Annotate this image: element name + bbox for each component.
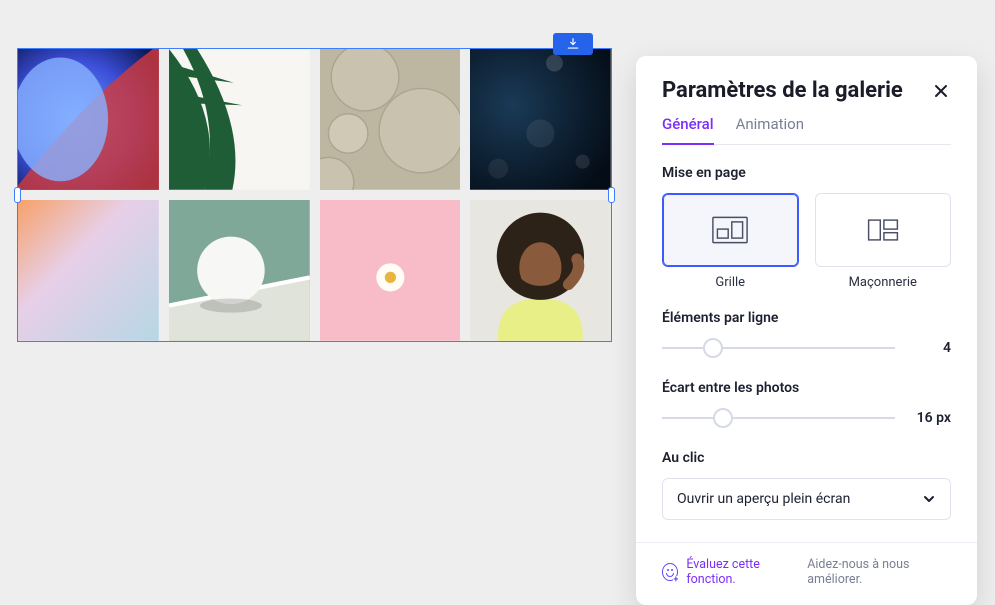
- gallery-grid: [18, 49, 611, 341]
- gap-label: Écart entre les photos: [662, 380, 951, 396]
- items-per-row-slider[interactable]: [662, 338, 895, 358]
- smile-plus-icon: +: [662, 563, 678, 581]
- tab-general[interactable]: Général: [662, 115, 714, 145]
- thumb-grey-bubbles: [320, 49, 461, 190]
- layout-option-masonry[interactable]: [815, 193, 952, 267]
- gallery-tile[interactable]: [470, 200, 611, 341]
- gallery-tile[interactable]: [169, 200, 310, 341]
- chevron-down-icon: [922, 492, 936, 506]
- thumb-orange-blur: [18, 200, 159, 341]
- tab-animation[interactable]: Animation: [736, 115, 804, 145]
- download-layout-button[interactable]: [553, 33, 593, 55]
- tabs: Général Animation: [662, 115, 951, 145]
- rate-link[interactable]: Évaluez cette fonction.: [686, 557, 799, 587]
- layout-caption-grid: Grille: [662, 275, 799, 290]
- gap-slider[interactable]: [662, 408, 895, 428]
- layout-caption-masonry: Maçonnerie: [815, 275, 952, 290]
- gallery-tile[interactable]: [320, 49, 461, 190]
- slider-thumb[interactable]: [703, 338, 723, 358]
- layout-option-grid[interactable]: [662, 193, 799, 267]
- gallery-tile[interactable]: [169, 49, 310, 190]
- thumb-white-ball: [169, 200, 310, 341]
- divider: [636, 542, 977, 543]
- download-icon: [566, 37, 580, 51]
- thumb-palm-leaves: [169, 49, 310, 190]
- items-per-row-value: 4: [909, 340, 951, 356]
- close-icon: [933, 83, 949, 99]
- gallery-tile[interactable]: [18, 49, 159, 190]
- layout-label: Mise en page: [662, 165, 951, 181]
- on-click-value: Ouvrir un aperçu plein écran: [677, 491, 850, 507]
- resize-handle-left[interactable]: [14, 187, 21, 203]
- thumb-dark-water: [470, 49, 611, 190]
- gallery-tile[interactable]: [470, 49, 611, 190]
- gallery-tile[interactable]: [320, 200, 461, 341]
- slider-thumb[interactable]: [713, 408, 733, 428]
- thumb-pink-flower: [320, 200, 461, 341]
- thumb-blue-abstract: [18, 49, 159, 190]
- grid-icon: [712, 216, 748, 244]
- gallery-tile[interactable]: [18, 200, 159, 341]
- close-button[interactable]: [931, 81, 951, 101]
- gallery-selection[interactable]: [17, 48, 612, 342]
- panel-title: Paramètres de la galerie: [662, 78, 903, 103]
- on-click-label: Au clic: [662, 450, 951, 466]
- thumb-portrait: [470, 200, 611, 341]
- rate-tail: Aidez-nous à nous améliorer.: [807, 557, 951, 587]
- gallery-settings-panel: Paramètres de la galerie Général Animati…: [636, 56, 977, 605]
- on-click-select[interactable]: Ouvrir un aperçu plein écran: [662, 478, 951, 520]
- masonry-icon: [865, 216, 901, 244]
- items-per-row-label: Éléments par ligne: [662, 310, 951, 326]
- gap-value: 16 px: [909, 410, 951, 426]
- resize-handle-right[interactable]: [608, 187, 615, 203]
- rate-row: + Évaluez cette fonction. Aidez-nous à n…: [662, 557, 951, 587]
